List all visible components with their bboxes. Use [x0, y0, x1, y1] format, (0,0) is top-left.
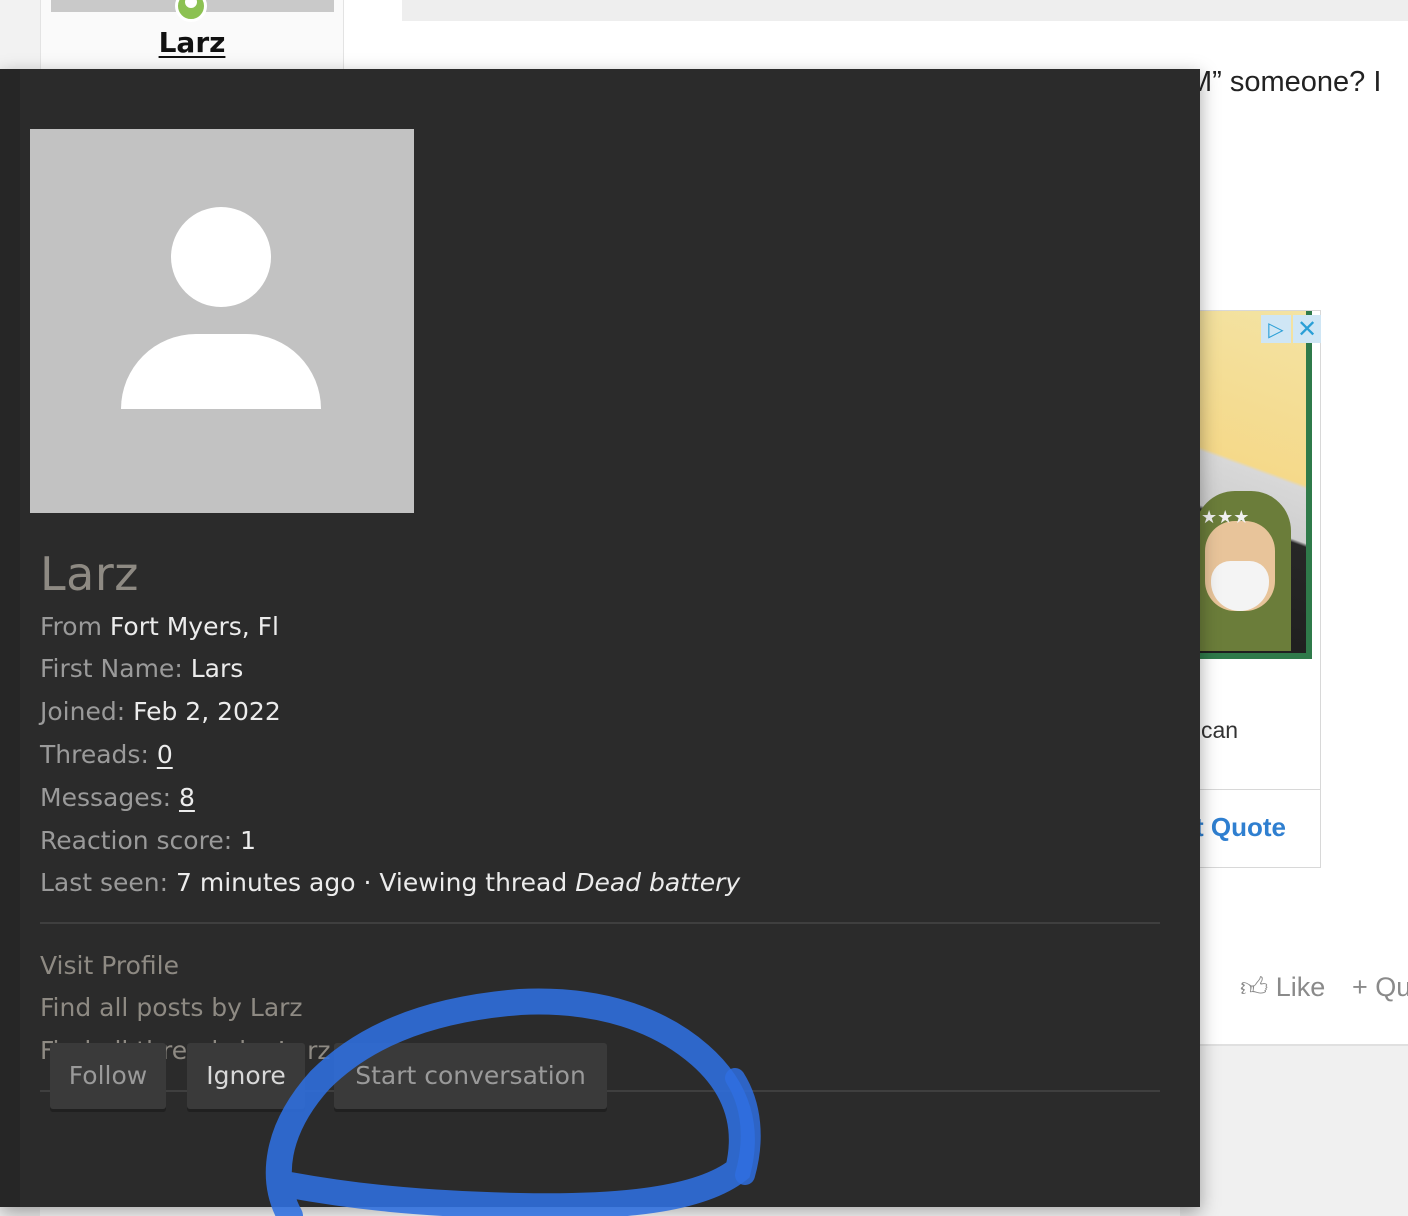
tooltip-edge — [0, 69, 20, 1207]
ad-banner[interactable]: ★★★ ▷ ✕ can t Quote — [1180, 310, 1321, 868]
joined-label: Joined: — [40, 697, 126, 726]
find-posts-link[interactable]: Find all posts by Larz — [40, 993, 303, 1022]
messages-count-link[interactable]: 8 — [179, 783, 195, 812]
messages-label: Messages: — [40, 783, 172, 812]
member-location: From Fort Myers, Fl — [40, 612, 279, 641]
like-label: Like — [1275, 972, 1326, 1002]
avatar-body-shape — [121, 334, 321, 409]
start-conversation-button[interactable]: Start conversation — [334, 1043, 607, 1109]
threads-count-link[interactable]: 0 — [157, 740, 173, 769]
close-icon[interactable]: ✕ — [1293, 315, 1321, 343]
tooltip-divider — [40, 922, 1160, 924]
member-threads: Threads: 0 — [40, 740, 173, 769]
ad-choices-icon[interactable]: ▷ — [1261, 315, 1291, 343]
joined-value: Feb 2, 2022 — [133, 697, 281, 726]
post-actions-bar: 👍︎ Like + Qu — [1180, 966, 1408, 1046]
member-reaction-score: Reaction score: 1 — [40, 826, 256, 855]
author-username-link[interactable]: Larz — [41, 26, 343, 59]
first-name-value: Lars — [190, 654, 244, 683]
last-seen-thread-link[interactable]: Dead battery — [575, 868, 740, 897]
page-lower-area — [1180, 1046, 1408, 1216]
ad-text: can — [1201, 717, 1239, 743]
member-last-seen: Last seen: 7 minutes ago · Viewing threa… — [40, 868, 740, 897]
reaction-score-label: Reaction score: — [40, 826, 233, 855]
last-seen-label: Last seen: — [40, 868, 169, 897]
avatar-head-shape — [171, 207, 271, 307]
ad-cta-button[interactable]: t Quote — [1195, 812, 1286, 843]
visit-profile-link[interactable]: Visit Profile — [40, 951, 179, 980]
location-value[interactable]: Fort Myers, Fl — [110, 612, 279, 641]
quote-button[interactable]: + Qu — [1352, 972, 1408, 1003]
first-name-label: First Name: — [40, 654, 183, 683]
ad-stars: ★★★ — [1201, 507, 1250, 528]
post-body-text: M” someone? I — [1188, 66, 1382, 98]
member-first-name: First Name: Lars — [40, 654, 243, 683]
follow-button[interactable]: Follow — [50, 1043, 166, 1109]
member-joined: Joined: Feb 2, 2022 — [40, 697, 281, 726]
ignore-button[interactable]: Ignore — [187, 1043, 305, 1109]
last-seen-value: 7 minutes ago · Viewing thread — [176, 868, 568, 897]
member-name[interactable]: Larz — [40, 547, 139, 601]
like-button[interactable]: 👍︎ Like — [1240, 972, 1325, 1004]
post-author-card: Larz — [40, 0, 344, 72]
member-tooltip: Larz From Fort Myers, Fl First Name: Lar… — [0, 69, 1200, 1207]
location-label: From — [40, 612, 102, 641]
member-avatar[interactable] — [30, 129, 414, 513]
ad-cta-row[interactable]: t Quote — [1181, 789, 1320, 868]
post-header-bar — [402, 0, 1408, 21]
online-status-icon — [175, 0, 207, 22]
thumbs-up-icon: 👍︎ — [1240, 972, 1269, 1002]
threads-label: Threads: — [40, 740, 149, 769]
reaction-score-value: 1 — [240, 826, 256, 855]
ad-image[interactable]: ★★★ — [1181, 311, 1312, 659]
member-messages: Messages: 8 — [40, 783, 195, 812]
